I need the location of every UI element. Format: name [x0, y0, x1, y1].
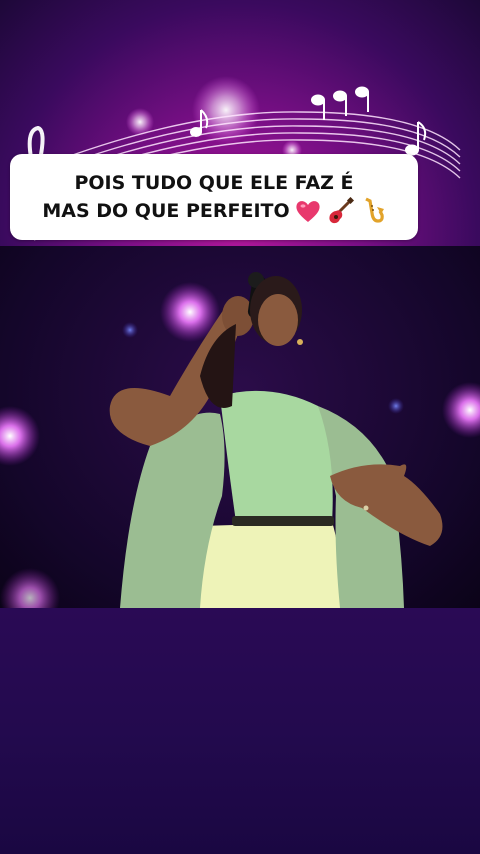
caption-text: POIS TUDO QUE ELE FAZ É MAS DO QUE PERFE… — [42, 169, 385, 225]
heart-icon — [296, 201, 320, 222]
caption-line-2-row: MAS DO QUE PERFEITO — [42, 197, 385, 225]
saxophone-icon — [364, 197, 384, 223]
video-frame[interactable] — [0, 246, 480, 608]
caption-box: POIS TUDO QUE ELE FAZ É MAS DO QUE PERFE… — [10, 154, 418, 240]
caption-line-2: MAS DO QUE PERFEITO — [42, 200, 290, 222]
singer-photo — [0, 272, 480, 608]
footer-background — [0, 608, 480, 854]
header-background: POIS TUDO QUE ELE FAZ É MAS DO QUE PERFE… — [0, 0, 480, 246]
caption-line-1: POIS TUDO QUE ELE FAZ É — [74, 172, 354, 194]
guitar-icon — [329, 197, 354, 224]
